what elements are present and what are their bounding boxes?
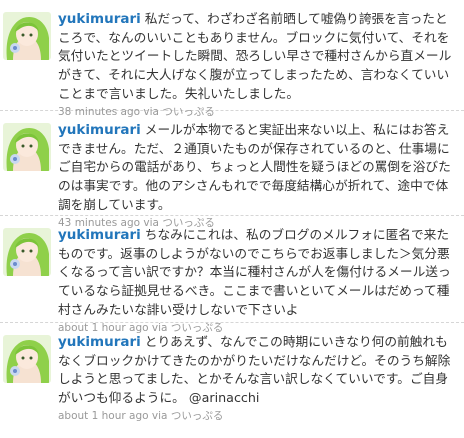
- tweet-text: yukimurari メールが本物でると実証出来ない以上、私にはお答えできません…: [58, 121, 458, 215]
- tweet-text: yukimurari ちなみにこれは、私のブログのメルフォに匿名で来たものです。…: [58, 226, 458, 320]
- client-link[interactable]: ついっぷる: [171, 410, 224, 422]
- tweet-item: yukimurari とりあえず、なんでこの時期にいきなり何の前触れもなくブロッ…: [0, 323, 464, 438]
- tweet-content: yukimurari ちなみにこれは、私のブログのメルフォに匿名で来たものです。…: [58, 226, 458, 335]
- tweet-text: yukimurari 私だって、わざわざ名前晒して嘘偽り誇張を言ったところで、な…: [58, 10, 458, 104]
- tweet-content: yukimurari 私だって、わざわざ名前晒して嘘偽り誇張を言ったところで、な…: [58, 10, 458, 119]
- tweet-item: yukimurari 私だって、わざわざ名前晒して嘘偽り誇張を言ったところで、な…: [0, 0, 464, 118]
- mention-link[interactable]: @arinacchi: [189, 390, 260, 405]
- tweet-timeline: yukimurari 私だって、わざわざ名前晒して嘘偽り誇張を言ったところで、な…: [0, 0, 464, 438]
- username-link[interactable]: yukimurari: [58, 11, 141, 27]
- tweet-text: yukimurari とりあえず、なんでこの時期にいきなり何の前触れもなくブロッ…: [58, 333, 458, 408]
- via-label: via: [151, 409, 168, 422]
- avatar[interactable]: [3, 335, 51, 383]
- timestamp-link[interactable]: about 1 hour ago: [58, 410, 149, 422]
- avatar[interactable]: [3, 12, 51, 60]
- tweet-item: yukimurari メールが本物でると実証出来ない以上、私にはお答えできません…: [0, 111, 464, 229]
- username-link[interactable]: yukimurari: [58, 122, 141, 138]
- avatar[interactable]: [3, 228, 51, 276]
- tweet-content: yukimurari とりあえず、なんでこの時期にいきなり何の前触れもなくブロッ…: [58, 333, 458, 423]
- tweet-item: yukimurari ちなみにこれは、私のブログのメルフォに匿名で来たものです。…: [0, 216, 464, 334]
- username-link[interactable]: yukimurari: [58, 227, 141, 243]
- tweet-content: yukimurari メールが本物でると実証出来ない以上、私にはお答えできません…: [58, 121, 458, 230]
- username-link[interactable]: yukimurari: [58, 334, 141, 350]
- tweet-meta: about 1 hour ago via ついっぷる: [58, 409, 458, 423]
- avatar[interactable]: [3, 123, 51, 171]
